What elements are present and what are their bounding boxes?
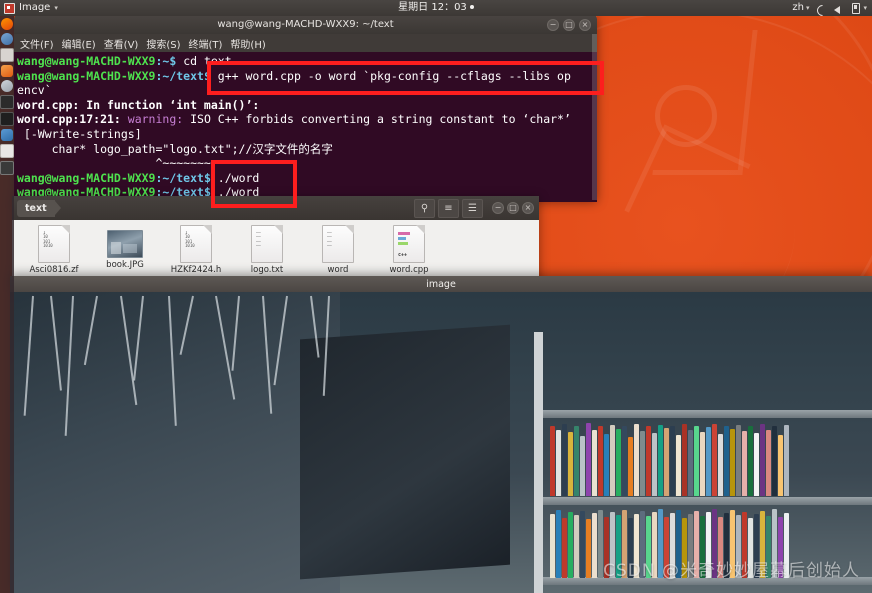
maximize-button[interactable]: □ [563,19,575,31]
clock-label: 星期日 12：03 [398,2,467,13]
menu-search[interactable]: 搜索(S) [146,36,180,51]
wifi-icon[interactable] [816,4,827,13]
launcher-item-archive[interactable] [0,161,14,175]
terminal-command-wrap: encv` [17,83,52,98]
terminal-scrollbar[interactable] [592,34,597,200]
image-viewer-canvas[interactable]: 特色 阅读空间 意见箱 特色阅读空间 王浦强 632107030 CSDN @米… [10,292,872,593]
file-label: book.JPG [106,260,144,270]
terminal-warning-label: warning: [127,112,191,127]
terminal-output[interactable]: wang@wang-MACHD-WXX9:~$ cd text wang@wan… [14,52,597,202]
file-label: logo.txt [250,265,284,275]
breadcrumb[interactable]: text [17,199,55,217]
menu-help[interactable]: 帮助(H) [230,36,265,51]
text-file-icon: —— —— —— —— [251,225,283,263]
terminal-prompt-user: wang@wang-MACHD-WXX9 [17,68,156,83]
list-item[interactable]: —— —— —— —— word [312,225,364,275]
terminal-prompt-path: :~/text$ [155,170,211,185]
terminal-source-line: char* logo_path="logo.txt";//汉字文件的名字 [17,141,333,156]
launcher-item-terminal-2[interactable] [0,112,14,126]
terminal-prompt-path: :~/text$ [155,68,211,83]
file-label: word [327,265,349,275]
photo-books-row [550,422,789,496]
cpp-badge-label: c++ [398,252,408,258]
launcher-item-help[interactable] [1,80,13,92]
file-manager-window: text ⚲ ≡ ☰ − □ × 1 10 101 1010 Asci0816.zf [12,196,539,289]
menu-edit[interactable]: 编辑(E) [62,36,96,51]
list-view-icon[interactable]: ≡ [438,198,459,218]
launcher-item-text-editor[interactable] [0,144,14,158]
minimize-button[interactable]: − [492,202,504,214]
hamburger-menu-icon[interactable]: ☰ [462,198,483,218]
launcher-item-terminal[interactable] [0,95,14,109]
photo-shelf-post [534,332,543,593]
menu-terminal[interactable]: 终端(T) [189,36,223,51]
cpp-file-icon: c++ [393,225,425,263]
breadcrumb-arrow-icon [54,201,61,215]
search-icon[interactable]: ⚲ [414,198,435,218]
file-manager-toolbar: ⚲ ≡ ☰ − □ × [414,198,534,218]
terminal-prompt-user: wang@wang-MACHD-WXX9 [17,54,156,68]
launcher-item-firefox[interactable] [1,18,13,30]
file-label: word.cpp [389,265,429,275]
terminal-menubar: 文件(F) 编辑(E) 查看(V) 搜索(S) 终端(T) 帮助(H) [14,34,597,52]
close-button[interactable]: × [579,19,591,31]
launcher-item-software-center[interactable] [1,65,13,77]
terminal-prompt-path: :~$ [155,54,177,68]
file-manager-window-buttons: − □ × [492,202,534,214]
text-file-icon: 1 10 101 1010 [180,225,212,263]
photo-branches [10,292,350,462]
text-file-icon: 1 10 101 1010 [38,225,70,263]
terminal-prompt-user: wang@wang-MACHD-WXX9 [17,170,156,185]
photo-shelf [540,497,872,505]
terminal-title-label: wang@wang-MACHD-WXX9: ~/text [217,18,394,30]
list-item[interactable]: c++ word.cpp [383,225,435,275]
launcher-item-image-viewer[interactable] [1,129,13,141]
list-item[interactable]: book.JPG [99,225,151,270]
terminal-command: cd text [176,54,232,68]
file-label: Asci0816.zf [29,265,79,275]
terminal-command: ./word [210,170,260,185]
maximize-button[interactable]: □ [507,202,519,214]
terminal-output-line: word.cpp:17:21: [17,112,128,127]
text-file-icon: —— —— —— —— [322,225,354,263]
terminal-window-buttons: − □ × [547,19,591,31]
terminal-window: wang@wang-MACHD-WXX9: ~/text − □ × 文件(F)… [14,14,597,202]
watermark: CSDN @米奇妙妙屋幕后创始人 [603,561,860,581]
image-viewer-title-label: image [426,278,456,290]
image-file-icon [107,230,143,258]
terminal-output-line: word.cpp: In function ‘int main()’: [17,97,260,112]
desktop-root: Image ▾ 星期日 12：03 zh ▾ ▾ wang@wang-MACHD… [0,0,872,593]
file-manager-header: text ⚲ ≡ ☰ − □ × [12,196,539,220]
volume-icon[interactable] [834,4,845,14]
menu-file[interactable]: 文件(F) [20,36,54,51]
image-viewer-titlebar[interactable]: image [10,276,872,292]
launcher-item-files[interactable] [1,33,13,45]
list-item[interactable]: —— —— —— —— logo.txt [241,225,293,275]
close-button[interactable]: × [522,202,534,214]
unity-launcher [0,16,14,593]
terminal-caret-line: ^~~~~~~~~~ [17,156,225,171]
terminal-command: g++ word.cpp -o word `pkg-config --cflag… [210,68,571,83]
clock[interactable]: 星期日 12：03 [0,0,872,16]
battery-icon [852,3,861,14]
list-item[interactable]: 1 10 101 1010 Asci0816.zf [28,225,80,275]
terminal-warning-text: ISO C++ forbids converting a string cons… [190,112,571,127]
menu-view[interactable]: 查看(V) [104,36,139,51]
image-viewer-window: image CSDN @米奇妙妙屋幕后创始人 [10,276,872,593]
terminal-titlebar[interactable]: wang@wang-MACHD-WXX9: ~/text − □ × [14,14,597,34]
clock-dot-icon [469,5,474,9]
minimize-button[interactable]: − [547,19,559,31]
photo-shelf [540,410,872,418]
terminal-output-line: [-Wwrite-strings] [17,126,142,141]
top-panel: Image ▾ 星期日 12：03 zh ▾ ▾ [0,0,872,16]
launcher-item-screenshot[interactable] [0,48,14,62]
